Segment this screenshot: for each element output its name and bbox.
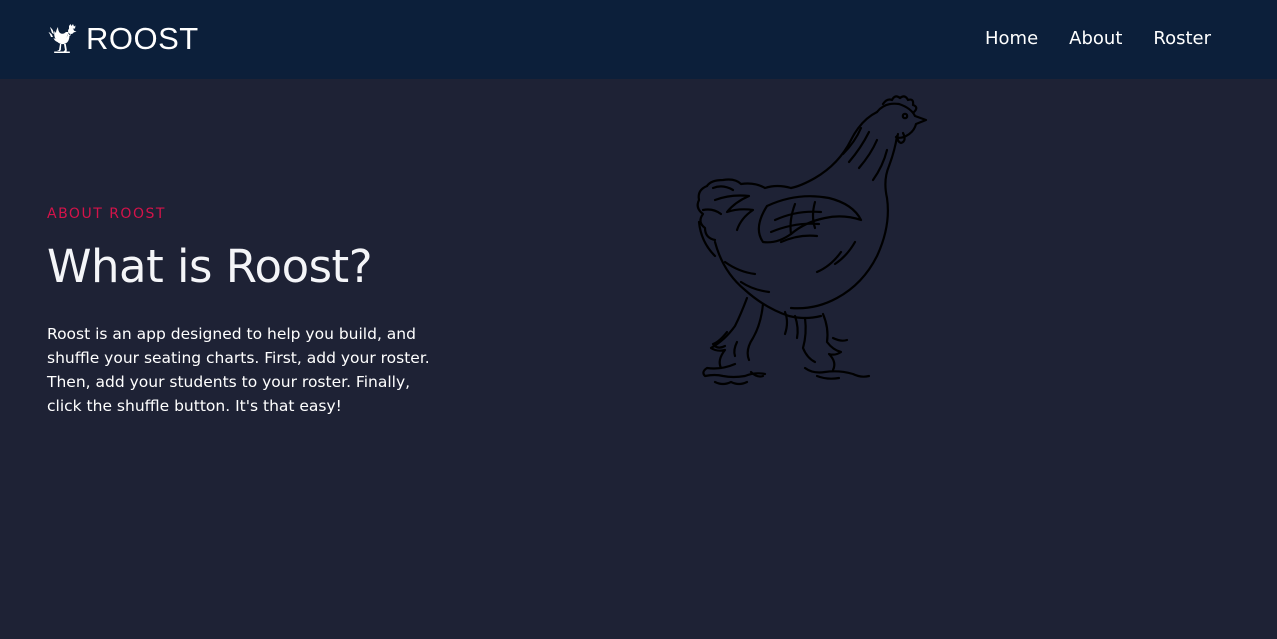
chicken-illustration bbox=[696, 95, 928, 386]
rooster-icon bbox=[48, 24, 77, 53]
about-description: Roost is an app designed to help you bui… bbox=[47, 325, 430, 415]
section-eyebrow: ABOUT ROOST bbox=[47, 206, 166, 222]
brand-name: ROOST bbox=[86, 21, 199, 56]
nav-link-about[interactable]: About bbox=[1069, 27, 1122, 51]
nav-link-roster[interactable]: Roster bbox=[1153, 27, 1211, 51]
navbar: ROOST Home About Roster bbox=[0, 0, 1277, 79]
page-title: What is Roost? bbox=[47, 240, 373, 293]
brand-logo-link[interactable]: ROOST bbox=[48, 19, 199, 59]
main-nav: Home About Roster bbox=[985, 27, 1211, 51]
nav-link-home[interactable]: Home bbox=[985, 27, 1038, 51]
about-section: ABOUT ROOST What is Roost? Roost is an a… bbox=[47, 205, 467, 418]
